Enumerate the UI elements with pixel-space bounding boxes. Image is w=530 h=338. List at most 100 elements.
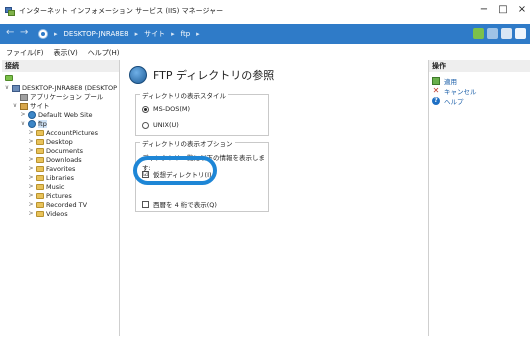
menu-help[interactable]: ヘルプ(H) bbox=[88, 48, 120, 58]
collapse-icon[interactable]: ∨ bbox=[12, 102, 18, 110]
window-title: インターネット インフォメーション サービス (IIS) マネージャー bbox=[19, 7, 224, 15]
folder-icon bbox=[36, 202, 44, 208]
connections-pane: 接続 ∨ DESKTOP-JNRA8E8 (DESKTOP アプリケーション プ… bbox=[2, 60, 120, 336]
tree-item-folder[interactable]: > Recorded TV bbox=[28, 201, 87, 209]
tree-item-folder[interactable]: > AccountPictures bbox=[28, 129, 98, 137]
tree-item-server[interactable]: ∨ DESKTOP-JNRA8E8 (DESKTOP bbox=[4, 84, 117, 92]
tree-item-folder[interactable]: > Videos bbox=[28, 210, 68, 218]
radio-unix[interactable]: UNIX(U) bbox=[142, 121, 179, 129]
expand-icon[interactable]: > bbox=[28, 210, 34, 218]
tree-item-sites[interactable]: ∨ サイト bbox=[12, 102, 50, 110]
actions-pane: 操作 適用 ✕ キャンセル ? ヘルプ bbox=[428, 60, 530, 336]
expand-icon[interactable]: > bbox=[28, 129, 34, 137]
breadcrumb-separator-icon: ▸ bbox=[196, 30, 200, 38]
tree-label: Downloads bbox=[46, 156, 82, 164]
expand-icon[interactable]: > bbox=[28, 201, 34, 209]
home-icon[interactable] bbox=[501, 28, 512, 39]
connections-header: 接続 bbox=[2, 60, 119, 72]
expand-icon[interactable]: > bbox=[20, 111, 26, 119]
globe-icon bbox=[28, 111, 36, 119]
tree-label: アプリケーション プール bbox=[30, 93, 104, 101]
actions-header: 操作 bbox=[429, 60, 530, 72]
directory-style-group: ディレクトリの表示スタイル MS-DOS(M) UNIX(U) bbox=[135, 90, 269, 136]
tree-item-folder[interactable]: > Documents bbox=[28, 147, 83, 155]
breadcrumb-separator-icon: ▸ bbox=[171, 30, 175, 38]
action-help[interactable]: ? ヘルプ bbox=[432, 96, 464, 106]
refresh-icon[interactable] bbox=[473, 28, 484, 39]
address-toolbar bbox=[473, 28, 526, 39]
help-icon[interactable] bbox=[515, 28, 526, 39]
breadcrumb: ▸ DESKTOP-JNRA8E8 ▸ サイト ▸ ftp ▸ bbox=[54, 28, 200, 40]
tree-label: DESKTOP-JNRA8E8 (DESKTOP bbox=[22, 84, 118, 92]
collapse-icon[interactable]: ∨ bbox=[4, 84, 10, 92]
expand-icon[interactable]: > bbox=[28, 156, 34, 164]
collapse-icon[interactable]: ∨ bbox=[20, 120, 26, 128]
close-button[interactable]: × bbox=[515, 4, 529, 16]
maximize-button[interactable]: □ bbox=[496, 4, 510, 16]
tree-item-folder[interactable]: > Libraries bbox=[28, 174, 74, 182]
tree-item-folder[interactable]: > Pictures bbox=[28, 192, 72, 200]
tree-label: Desktop bbox=[46, 138, 73, 146]
folder-icon bbox=[36, 175, 44, 181]
tree-item-folder[interactable]: > Favorites bbox=[28, 165, 75, 173]
expand-icon[interactable]: > bbox=[28, 147, 34, 155]
action-apply[interactable]: 適用 bbox=[432, 76, 457, 86]
forward-icon[interactable]: → bbox=[20, 27, 28, 38]
breadcrumb-separator-icon: ▸ bbox=[134, 30, 139, 38]
globe-icon bbox=[28, 120, 36, 128]
connect-icon[interactable] bbox=[5, 75, 13, 81]
folder-icon bbox=[36, 157, 44, 163]
globe-icon[interactable] bbox=[38, 29, 48, 39]
folder-icon bbox=[36, 166, 44, 172]
tree-label: Documents bbox=[46, 147, 84, 155]
folder-icon bbox=[36, 211, 44, 217]
tree-label: AccountPictures bbox=[46, 129, 98, 137]
stop-icon[interactable] bbox=[487, 28, 498, 39]
tree-label: サイト bbox=[30, 102, 50, 110]
minimize-button[interactable]: − bbox=[477, 4, 491, 16]
radio-unix-label: UNIX(U) bbox=[153, 121, 179, 129]
breadcrumb-item-sites[interactable]: サイト bbox=[144, 28, 165, 40]
action-cancel[interactable]: ✕ キャンセル bbox=[432, 86, 477, 97]
expand-icon[interactable]: > bbox=[28, 165, 34, 173]
expand-icon[interactable]: > bbox=[28, 183, 34, 191]
main-content: FTP ディレクトリの参照 ディレクトリの表示スタイル MS-DOS(M) UN… bbox=[121, 60, 427, 336]
tree-item-ftp[interactable]: ∨ ftp bbox=[20, 120, 47, 128]
tree-label: Favorites bbox=[46, 165, 76, 173]
help-icon: ? bbox=[432, 97, 440, 105]
action-help-label: ヘルプ bbox=[444, 98, 464, 106]
checkbox-four-digit-year[interactable]: 西暦を 4 桁で表示(Q) bbox=[142, 199, 217, 209]
folder-icon bbox=[36, 184, 44, 190]
expand-icon[interactable]: > bbox=[28, 174, 34, 182]
tree-item-folder[interactable]: > Music bbox=[28, 183, 64, 191]
tree-label: Pictures bbox=[46, 192, 72, 200]
radio-msdos-input[interactable] bbox=[142, 105, 149, 113]
tree-item-app-pools[interactable]: アプリケーション プール bbox=[12, 93, 103, 101]
tree-label: Videos bbox=[46, 210, 68, 218]
radio-unix-input[interactable] bbox=[142, 121, 149, 129]
folder-icon bbox=[36, 130, 44, 136]
directory-style-legend: ディレクトリの表示スタイル bbox=[140, 90, 229, 100]
tree-item-folder[interactable]: > Downloads bbox=[28, 156, 82, 164]
tree-item-default-web-site[interactable]: > Default Web Site bbox=[20, 111, 93, 119]
menu-bar: ファイル(F) 表示(V) ヘルプ(H) bbox=[0, 46, 530, 60]
back-icon[interactable]: ← bbox=[6, 27, 14, 38]
title-bar: インターネット インフォメーション サービス (IIS) マネージャー − □ … bbox=[0, 0, 530, 22]
menu-view[interactable]: 表示(V) bbox=[54, 48, 78, 58]
menu-file[interactable]: ファイル(F) bbox=[6, 48, 44, 58]
tree-item-folder[interactable]: > Desktop bbox=[28, 138, 73, 146]
radio-msdos-label: MS-DOS(M) bbox=[153, 105, 191, 113]
iis-app-icon bbox=[5, 6, 15, 16]
breadcrumb-item-ftp[interactable]: ftp bbox=[181, 28, 191, 40]
cancel-icon: ✕ bbox=[432, 86, 440, 95]
sites-icon bbox=[20, 102, 28, 110]
app-pool-icon bbox=[20, 93, 28, 101]
expand-icon[interactable]: > bbox=[28, 192, 34, 200]
connections-toolbar bbox=[2, 72, 119, 84]
radio-msdos[interactable]: MS-DOS(M) bbox=[142, 105, 190, 113]
action-cancel-label: キャンセル bbox=[444, 88, 477, 96]
address-bar: ← → ▸ DESKTOP-JNRA8E8 ▸ サイト ▸ ftp ▸ bbox=[0, 24, 530, 44]
checkbox-four-digit-year-input[interactable] bbox=[142, 200, 149, 208]
breadcrumb-item-server[interactable]: DESKTOP-JNRA8E8 bbox=[64, 28, 129, 40]
expand-icon[interactable]: > bbox=[28, 138, 34, 146]
